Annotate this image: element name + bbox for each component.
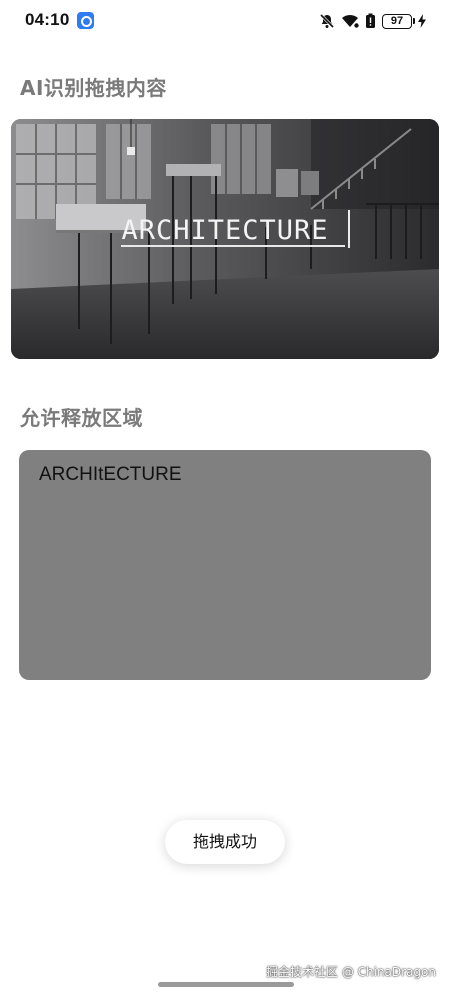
draggable-image[interactable]: ARCHITECTURE	[11, 119, 439, 359]
home-indicator[interactable]	[158, 982, 294, 987]
battery-icon: 97	[382, 13, 415, 29]
status-time: 04:10	[25, 10, 70, 29]
caption-underline	[121, 245, 345, 247]
dropped-text: ARCHItECTURE	[39, 464, 182, 485]
image-caption: ARCHITECTURE	[121, 215, 329, 246]
status-bar: 04:10 97	[0, 0, 450, 42]
drop-section-title: 允许释放区域	[20, 406, 143, 430]
drag-section-title: AI识别拖拽内容	[20, 76, 167, 100]
text-cursor	[348, 210, 350, 248]
charging-icon	[418, 14, 426, 28]
watermark: 掘金技术社区 @ ChinaDragon	[266, 965, 436, 979]
drop-zone[interactable]: ARCHItECTURE	[19, 450, 431, 680]
wifi-icon	[342, 14, 359, 28]
mute-bell-icon	[319, 13, 335, 29]
status-icons: 97	[319, 11, 426, 31]
app-notification-icon	[77, 12, 94, 29]
toast-message: 拖拽成功	[165, 820, 285, 864]
battery-alert-icon	[366, 13, 375, 28]
